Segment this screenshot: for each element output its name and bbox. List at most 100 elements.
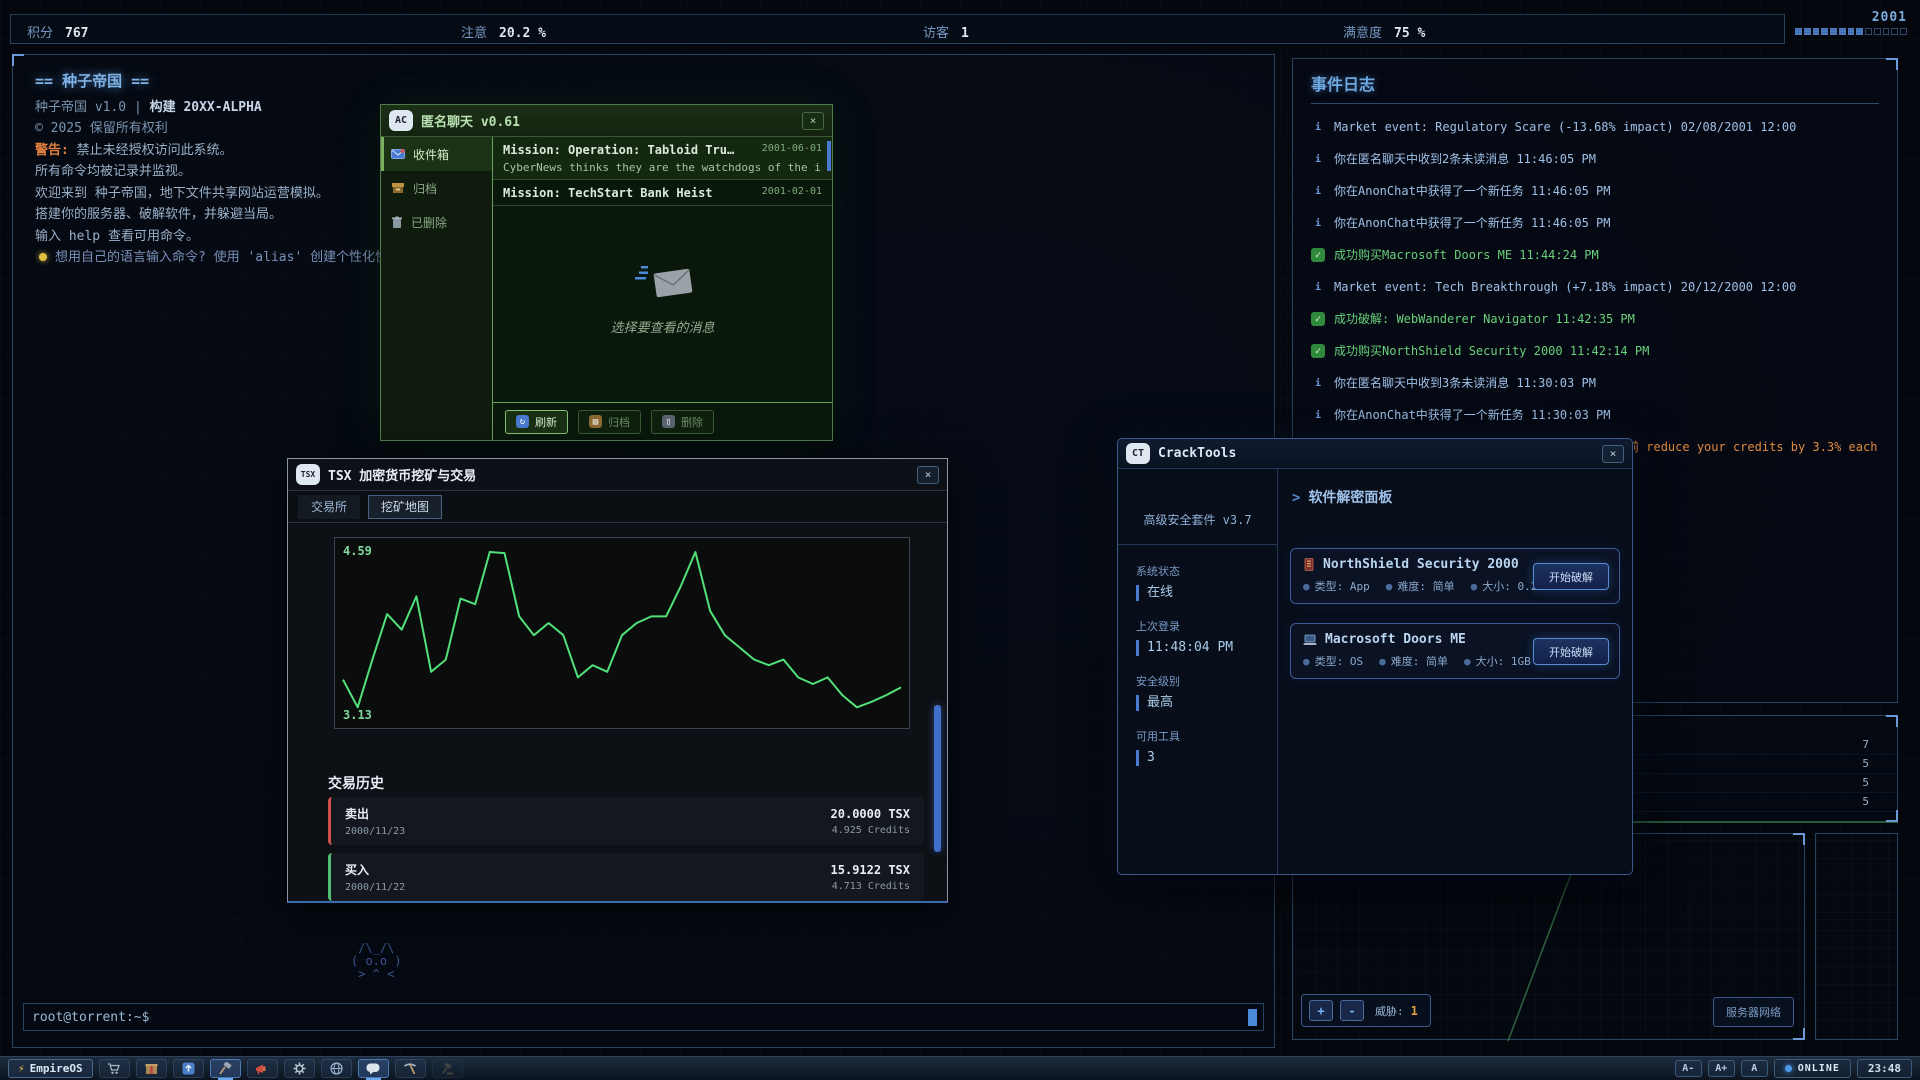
visitors-value: 1: [961, 26, 969, 41]
taskbar-network-button[interactable]: [321, 1059, 352, 1078]
top-status-bar: 积分767 注意20.2 % 访客1 满意度75 %: [10, 14, 1785, 44]
chevron-icon: >: [1292, 490, 1300, 506]
event-text: 你在匿名聊天中收到2条未读消息 11:46:05 PM: [1334, 152, 1596, 167]
software-type: 类型: App: [1315, 580, 1370, 593]
tsx-app-icon: TSX: [296, 464, 320, 485]
taskbar-crack-button[interactable]: [210, 1059, 241, 1078]
year-block: 2001: [1795, 10, 1907, 35]
info-icon: i: [1311, 184, 1325, 198]
message-item[interactable]: Mission: TechStart Bank Heist 2001-02-01: [493, 180, 832, 206]
taskbar-inventory-button[interactable]: [136, 1059, 167, 1078]
event-log-entry: ✓成功破解: WebWanderer Navigator 11:42:35 PM: [1311, 312, 1879, 327]
taskbar-settings-button[interactable]: [284, 1059, 315, 1078]
gavel-icon: [441, 1063, 454, 1075]
event-text: 你在AnonChat中获得了一个新任务 11:30:03 PM: [1334, 408, 1611, 423]
trade-amount: 20.0000 TSX: [831, 807, 910, 821]
year-progress: [1795, 28, 1907, 35]
os-icon: [1303, 634, 1317, 646]
terminal-prompt: root@torrent:~$: [24, 1010, 149, 1025]
chat-bubble-icon: [366, 1063, 380, 1075]
folder-archive[interactable]: 归档: [381, 171, 492, 205]
event-log-entry: i你在AnonChat中获得了一个新任务 11:46:05 PM: [1311, 184, 1879, 199]
progress-square: [1821, 28, 1828, 35]
year-value: 2001: [1795, 10, 1907, 25]
chat-close-button[interactable]: ×: [802, 112, 824, 130]
terminal-input[interactable]: root@torrent:~$: [23, 1003, 1264, 1031]
message-item[interactable]: Mission: Operation: Tabloid Tru… 2001-06…: [493, 137, 832, 180]
threat-plus-button[interactable]: +: [1309, 1000, 1333, 1021]
hammer-icon: [218, 1062, 232, 1075]
warning-label: 警告:: [35, 143, 69, 158]
font-increase-button[interactable]: A+: [1708, 1060, 1735, 1077]
archive-button[interactable]: ▤ 归档: [578, 410, 641, 434]
chat-app-icon: AC: [389, 110, 413, 131]
chat-titlebar[interactable]: AC 匿名聊天 v0.61 ×: [381, 105, 832, 137]
cracktools-titlebar[interactable]: CT CrackTools ×: [1118, 439, 1632, 469]
archive-icon: [391, 182, 405, 194]
info-icon: i: [1311, 216, 1325, 230]
event-log-list: iMarket event: Regulatory Scare (-13.68%…: [1311, 120, 1879, 455]
trade-row-buy[interactable]: 买入 2000/11/22 15.9122 TSX 4.713 Credits: [328, 853, 924, 901]
chart-min-label: 3.13: [343, 708, 372, 722]
message-date: 2001-02-01: [754, 186, 822, 200]
build-label: 构建 20XX-ALPHA: [150, 100, 262, 115]
progress-square: [1830, 28, 1837, 35]
trade-date: 2000/11/22: [345, 882, 405, 893]
tsx-close-button[interactable]: ×: [917, 466, 939, 484]
chat-list-scrollbar[interactable]: [827, 141, 831, 171]
start-crack-button[interactable]: 开始破解: [1533, 563, 1609, 590]
info-icon: i: [1311, 120, 1325, 134]
megaphone-icon: [255, 1063, 269, 1075]
taskbar-right-cluster: A- A+ A ONLINE 23:48: [1675, 1059, 1912, 1078]
tab-exchange[interactable]: 交易所: [298, 495, 360, 519]
terminal-cursor: [1248, 1009, 1257, 1026]
message-date: 2001-06-01: [754, 143, 822, 157]
software-type: 类型: OS: [1315, 655, 1364, 668]
success-icon: ✓: [1311, 248, 1325, 262]
threat-minus-button[interactable]: -: [1340, 1000, 1364, 1021]
start-crack-button[interactable]: 开始破解: [1533, 638, 1609, 665]
font-reset-button[interactable]: A: [1741, 1060, 1768, 1077]
tsx-titlebar[interactable]: TSX TSX 加密货币挖矿与交易 ×: [288, 459, 947, 491]
anon-chat-window: AC 匿名聊天 v0.61 × 收件箱 归档 已删除 Mission: Oper…: [380, 104, 833, 441]
online-status: ONLINE: [1774, 1059, 1851, 1078]
software-size: 大小: 1GB: [1476, 655, 1531, 668]
taskbar-chat-button[interactable]: [358, 1059, 389, 1078]
version-line: 种子帝国 v1.0 |: [35, 100, 150, 115]
font-decrease-button[interactable]: A-: [1675, 1060, 1702, 1077]
tsx-title: TSX 加密货币挖矿与交易: [328, 465, 476, 484]
attention-value: 20.2 %: [499, 26, 546, 41]
trade-row-sell[interactable]: 卖出 2000/11/23 20.0000 TSX 4.925 Credits: [328, 797, 924, 845]
taskbar-marketing-button[interactable]: [247, 1059, 278, 1078]
gear-icon: [293, 1062, 306, 1075]
cracktools-close-button[interactable]: ×: [1602, 445, 1624, 463]
refresh-button[interactable]: ↻ 刷新: [505, 410, 568, 434]
bolt-icon: ⚡: [18, 1062, 25, 1075]
taskbar-shop-button[interactable]: [99, 1059, 130, 1078]
taskbar-court-button[interactable]: [432, 1059, 463, 1078]
empireos-start-button[interactable]: ⚡ EmpireOS: [8, 1059, 93, 1078]
trash-icon: ▯: [662, 415, 675, 428]
event-text: 你在匿名聊天中收到3条未读消息 11:30:03 PM: [1334, 376, 1596, 391]
stat-value: 3: [1136, 750, 1277, 766]
crack-card-macrosoft: Macrosoft Doors ME ●类型: OS ●难度: 简单 ●大小: …: [1290, 623, 1620, 679]
chat-folder-list: 收件箱 归档 已删除: [381, 137, 493, 440]
stat-label: 可用工具: [1136, 728, 1277, 744]
event-text: 成功购买Macrosoft Doors ME 11:44:24 PM: [1334, 248, 1599, 263]
tip-line: 想用自己的语言输入命令? 使用 'alias' 创建个性化快捷方式: [55, 250, 427, 265]
online-dot-icon: [1785, 1065, 1792, 1072]
delete-button[interactable]: ▯ 删除: [651, 410, 714, 434]
server-network-button[interactable]: 服务器网络: [1713, 997, 1794, 1027]
cracktools-sidebar: 高级安全套件 v3.7 系统状态 在线 上次登录 11:48:04 PM 安全级…: [1118, 469, 1278, 874]
taskbar-upload-button[interactable]: [173, 1059, 204, 1078]
satisfaction-label: 满意度: [1343, 26, 1382, 41]
tab-mining-map[interactable]: 挖矿地图: [368, 495, 442, 519]
taskbar: ⚡ EmpireOS A- A+ A ONLINE: [0, 1056, 1920, 1080]
folder-inbox[interactable]: 收件箱: [381, 137, 492, 171]
taskbar-mining-button[interactable]: [395, 1059, 426, 1078]
tsx-scrollbar[interactable]: [934, 705, 941, 852]
trash-icon: [391, 216, 403, 228]
stat-system-status: 系统状态 在线: [1118, 563, 1277, 601]
warning-text: 禁止未经授权访问此系统。: [69, 143, 233, 158]
folder-deleted[interactable]: 已删除: [381, 205, 492, 239]
